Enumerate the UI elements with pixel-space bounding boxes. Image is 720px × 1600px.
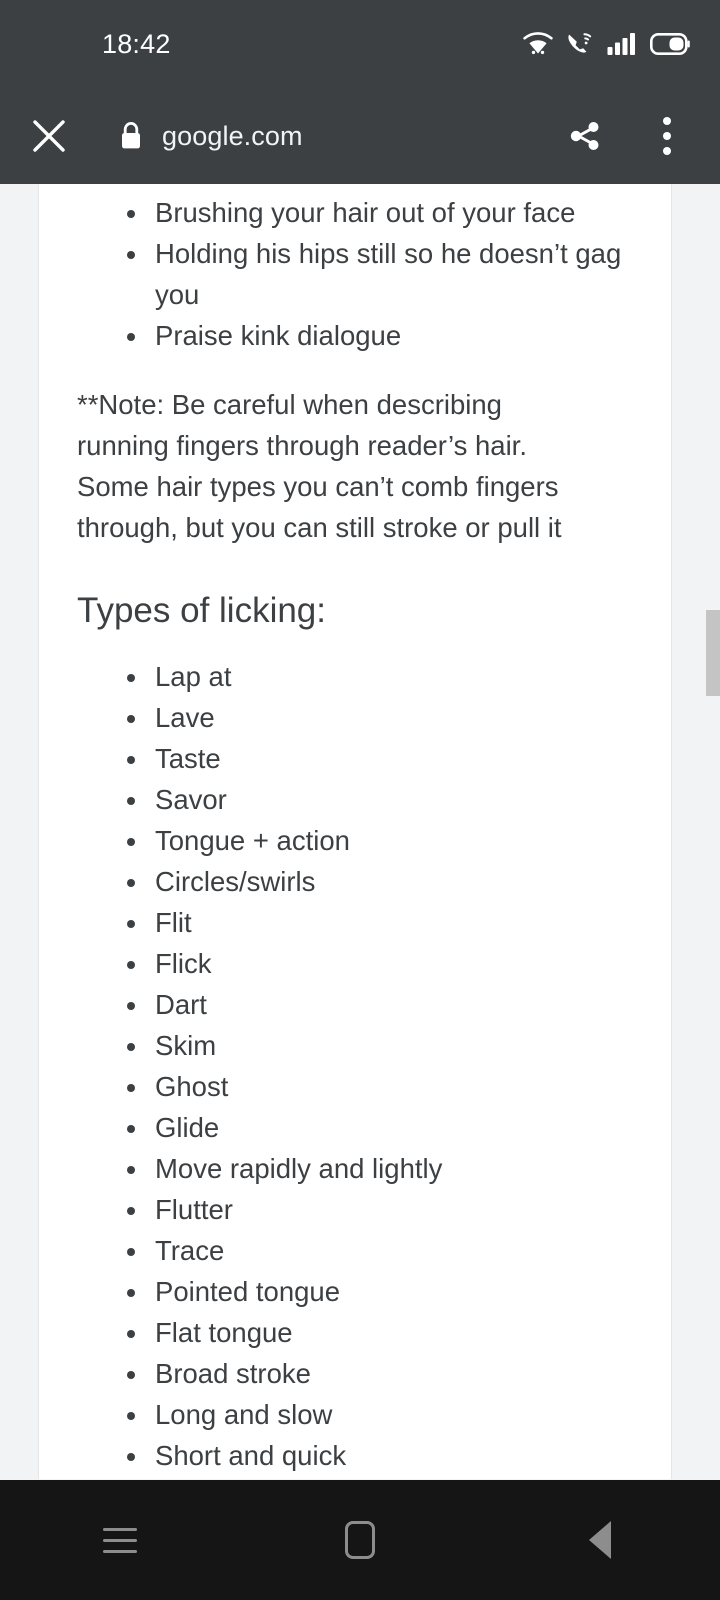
status-icon-group	[523, 31, 690, 57]
list-item: Short and quick	[77, 1435, 631, 1476]
list-item: Tongue + action	[77, 820, 631, 861]
list-item: Long and slow	[77, 1394, 631, 1435]
home-icon	[345, 1521, 375, 1559]
recents-icon	[103, 1527, 137, 1553]
list-item: Lave	[77, 697, 631, 738]
overflow-menu-button[interactable]	[640, 109, 694, 163]
section-heading: Types of licking:	[77, 591, 326, 630]
android-nav-bar	[0, 1480, 720, 1600]
recents-button[interactable]	[0, 1480, 240, 1600]
home-button[interactable]	[240, 1480, 480, 1600]
browser-toolbar: google.com	[0, 88, 720, 184]
status-bar: 18:42	[0, 0, 720, 88]
overflow-menu-icon	[663, 147, 671, 155]
list-item: Holding his hips still so he doesn’t gag…	[77, 233, 631, 315]
scrollbar-thumb[interactable]	[706, 610, 720, 696]
web-content-viewport[interactable]: Brushing your hair out of your face Hold…	[0, 184, 720, 1479]
list-item: Flat tongue	[77, 1312, 631, 1353]
list-item: Flick	[77, 943, 631, 984]
close-icon	[33, 120, 65, 152]
security-indicator[interactable]	[118, 121, 144, 151]
list-item: Savor	[77, 779, 631, 820]
share-icon	[570, 122, 599, 150]
document-content: Brushing your hair out of your face Hold…	[39, 184, 671, 1479]
list-item: Move rapidly and lightly	[77, 1148, 631, 1189]
list-item: Praise kink dialogue	[77, 315, 631, 356]
back-button[interactable]	[480, 1480, 720, 1600]
share-button[interactable]	[558, 109, 612, 163]
list-item: Skim	[77, 1025, 631, 1066]
list-item: Flutter	[77, 1189, 631, 1230]
overflow-menu-icon	[663, 117, 671, 125]
list-item: Trace	[77, 1230, 631, 1271]
note-paragraph: **Note: Be careful when describing runni…	[77, 389, 562, 543]
url-text[interactable]: google.com	[162, 121, 303, 152]
status-clock: 18:42	[102, 28, 171, 59]
list-item: Taste	[77, 738, 631, 779]
list-item: Circles/swirls	[77, 861, 631, 902]
list-item: Broad stroke	[77, 1353, 631, 1394]
wifi-icon	[523, 32, 553, 55]
list-item: Pointed tongue	[77, 1271, 631, 1312]
list-item: Glide	[77, 1107, 631, 1148]
lock-icon	[122, 121, 140, 149]
wifi-calling-icon	[568, 33, 592, 53]
bullet-list: Brushing your hair out of your face Hold…	[77, 192, 631, 356]
list-item: Flit	[77, 902, 631, 943]
back-icon	[572, 1521, 611, 1559]
list-item: Lap at	[77, 656, 631, 697]
licking-types-list: Lap at Lave Taste Savor Tongue + action …	[77, 656, 631, 1476]
document-body: Brushing your hair out of your face Hold…	[38, 184, 672, 1479]
battery-icon	[650, 33, 690, 55]
page-scrollbar[interactable]	[706, 184, 720, 1479]
list-item: Dart	[77, 984, 631, 1025]
list-item: Ghost	[77, 1066, 631, 1107]
overflow-menu-icon	[663, 132, 671, 140]
cellular-signal-icon	[607, 33, 635, 55]
close-button[interactable]	[22, 109, 76, 163]
screen: 18:42 google.com Brushing your hair out …	[0, 0, 720, 1600]
list-item: Brushing your hair out of your face	[77, 192, 631, 233]
